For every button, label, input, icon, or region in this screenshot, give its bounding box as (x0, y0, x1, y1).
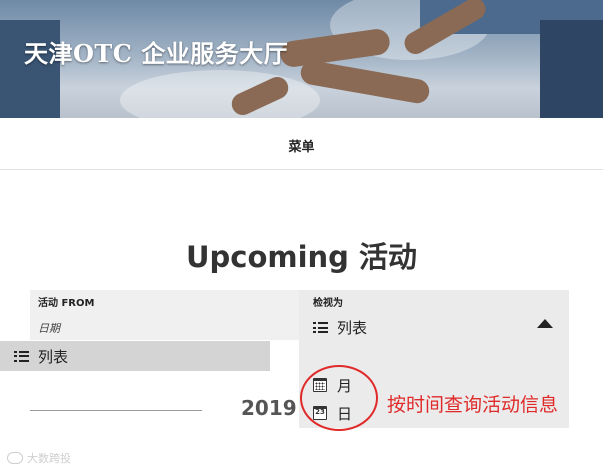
annotation-circle (300, 365, 378, 431)
list-icon (14, 350, 29, 362)
date-input[interactable]: 日期 (38, 320, 60, 336)
view-as-label: 检视为 (313, 298, 343, 309)
view-option-list[interactable]: 列表 (0, 341, 270, 371)
date-filter: 活动 FROM 日期 (30, 290, 299, 340)
view-option-label: 列表 (38, 347, 69, 366)
view-as-select[interactable]: 列表 (313, 317, 367, 338)
year-heading: 2019 (241, 396, 297, 420)
page-title: Upcoming 活动 (185, 240, 418, 274)
site-title: 天津OTC 企业服务大厅 (24, 39, 289, 68)
date-divider (30, 410, 202, 411)
caret-up-icon[interactable] (537, 319, 553, 328)
annotation-text: 按时间查询活动信息 (387, 394, 559, 416)
watermark-logo-icon (7, 452, 23, 464)
selected-view-label: 列表 (337, 319, 368, 337)
hero-banner: 天津OTC 企业服务大厅 (0, 0, 603, 118)
date-filter-label: 活动 FROM (38, 298, 95, 309)
watermark: 大数跨投 (7, 450, 71, 466)
watermark-text: 大数跨投 (27, 452, 71, 465)
list-icon (313, 322, 328, 333)
menu-bar: 菜单 (0, 118, 603, 170)
menu-button[interactable]: 菜单 (288, 136, 314, 155)
